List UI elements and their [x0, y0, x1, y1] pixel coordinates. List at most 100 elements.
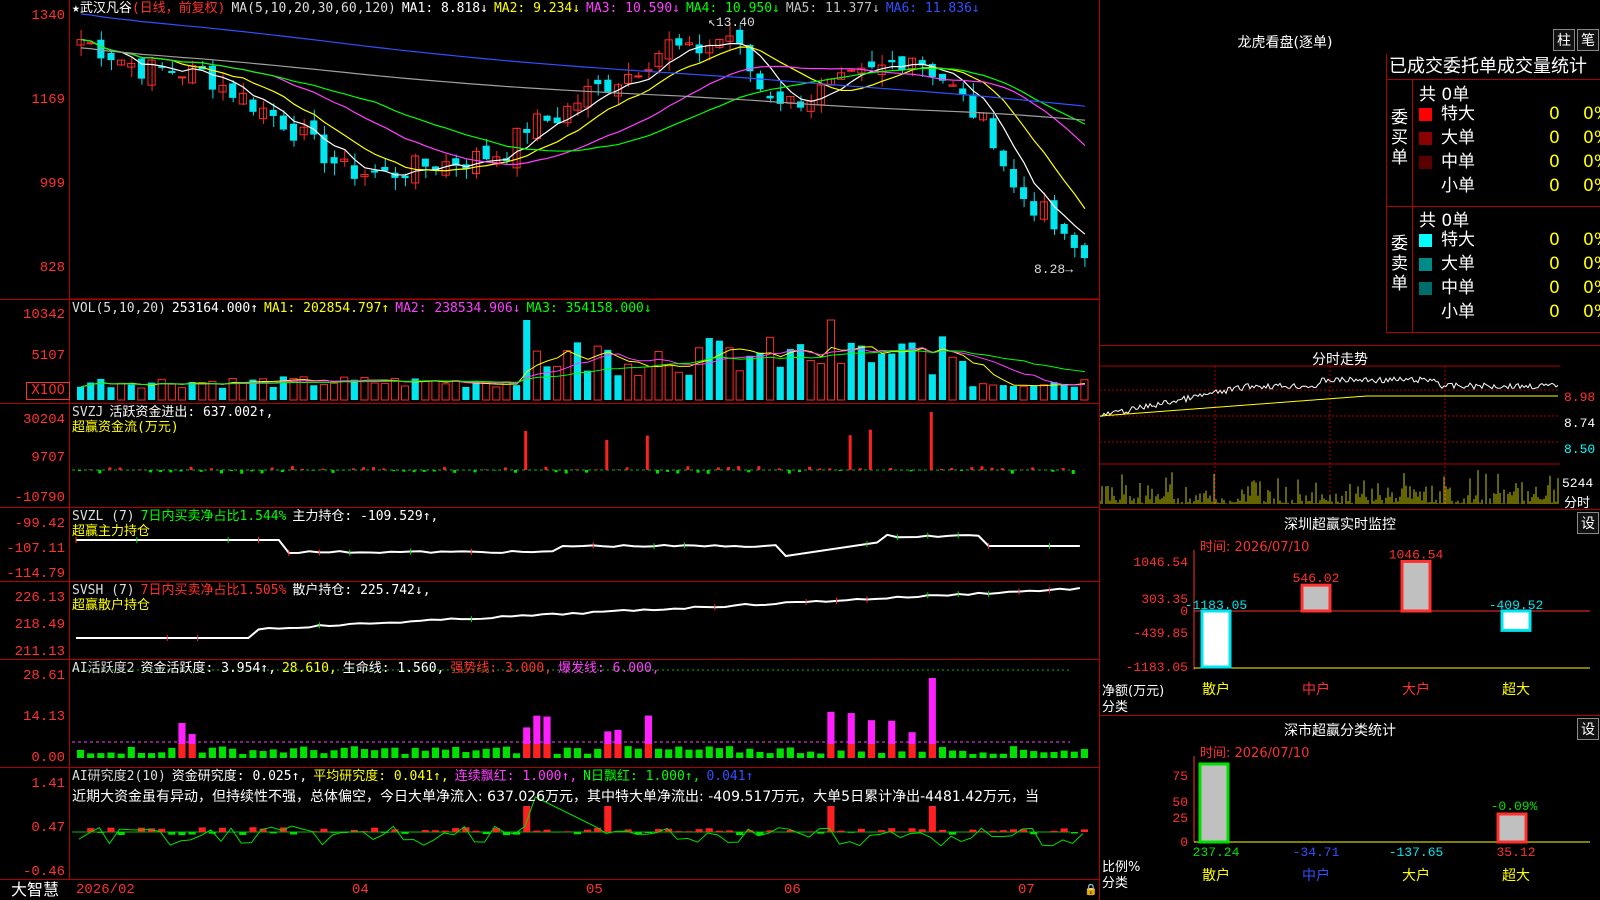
category-label: 中户: [1302, 681, 1330, 698]
ai-comment: 近期大资金虽有异动，但持续性不强，总体偏空，今日大单净流入: 637.026万元…: [72, 789, 1040, 805]
volume-bar-up: [492, 386, 501, 401]
lock-icon[interactable]: 🔒: [1084, 883, 1098, 896]
sz-stats-chart[interactable]: 75 5025 0 -0.09% 237.24 散户 -34.71 中户 -137.65 大户 35…: [1100, 716, 1600, 900]
flow-bar: [960, 470, 964, 471]
flow-bar: [737, 466, 741, 470]
research-bar: [817, 832, 825, 834]
bar-mode-button[interactable]: 柱: [1553, 29, 1575, 51]
activity-bar: [300, 746, 308, 758]
volume-bar-up: [1039, 384, 1048, 401]
intraday-chart[interactable]: [1100, 346, 1600, 510]
candle-down: [269, 109, 277, 116]
svzj-title-bar: SVZJ 活跃资金进出: 637.002↑,: [72, 405, 279, 420]
research-bar: [482, 832, 490, 835]
candle-down: [289, 123, 298, 141]
research-bar: [685, 831, 693, 832]
svzj-panel[interactable]: 30204 9707 -10790 SVZJ 活跃资金进出: 637.002↑, …: [0, 404, 1099, 508]
period-label[interactable]: (日线，前复权): [132, 1, 226, 16]
volume-bar-down: [350, 379, 358, 400]
x-axis-bar: 大智慧 2026/02 04 05 06 07 🔒: [0, 880, 1099, 900]
svsh-title-bar: SVSH (7) 7日内买卖净占比1.505% 散户持仓: 225.742↓,: [72, 583, 437, 598]
ma2-value: MA2: 9.234↓: [493, 1, 581, 16]
volume-bar-up: [451, 379, 460, 401]
flow-bar: [453, 470, 457, 473]
lhb-header: 已成交委托单成交量统计: [1386, 54, 1600, 80]
volume-bar-up: [431, 380, 440, 401]
flow-bar: [321, 468, 325, 470]
svzl-panel[interactable]: -99.42 -107.11 -114.79 SVZL (7) 7日内买卖净占比1…: [0, 508, 1099, 582]
activity-base: [604, 744, 612, 758]
flow-bar: [970, 467, 974, 470]
color-swatch: [1419, 108, 1432, 121]
activity-bar: [553, 753, 561, 758]
flow-bar: [686, 466, 690, 470]
research-bar: [168, 832, 176, 835]
activity-bar: [776, 748, 784, 758]
ai-act-name: AI活跃度2: [72, 661, 135, 676]
volume-bar-down: [756, 352, 764, 400]
volume-title-bar: VOL(5,10,20) 253164.000↑ MA1: 202854.797↑ M…: [72, 301, 658, 316]
flow-bar: [280, 470, 284, 473]
flow-bar: [950, 468, 954, 470]
volume-bar-down: [523, 320, 531, 400]
candle-down: [898, 56, 906, 71]
activity-bar: [289, 748, 298, 758]
volume-bar-down: [959, 360, 967, 400]
activity-base: [523, 744, 531, 758]
ai-res-cont: 连续飘红: 1.000↑,: [454, 769, 578, 784]
volume-bar-down: [796, 344, 805, 400]
ma5-value: MA5: 11.377↓: [785, 1, 880, 16]
svzl-title-bar: SVZL (7) 7日内买卖净占比1.544% 主力持仓: -109.529↑,: [72, 509, 444, 524]
flow-bar: [483, 469, 487, 470]
research-bar: [239, 832, 247, 835]
svsh-panel[interactable]: 226.13 218.49 211.13 SVSH (7) 7日内买卖净占比1.5…: [0, 582, 1099, 660]
candle-down: [594, 79, 602, 85]
activity-bar: [360, 749, 369, 758]
ai-research-panel[interactable]: 1.41 0.47 -0.46 AI研究度2(10) 资金研究度: 0.025↑,…: [0, 768, 1099, 880]
volume-bar-up: [664, 365, 673, 401]
price-panel[interactable]: 1340 1169 999 828 ★武汉凡谷(日线，前复权) MA(5,10,2…: [0, 0, 1099, 300]
activity-bar: [756, 751, 764, 758]
sz-stats-panel[interactable]: 深市超赢分类统计 设 时间: 2026/07/10 75 50 25 0 -0.09% 2…: [1099, 716, 1600, 900]
activity-bar: [502, 746, 511, 758]
tick-mode-button[interactable]: 笔: [1577, 29, 1599, 51]
volume-panel[interactable]: 10342 5107 X100 VOL(5,10,20) 253164.000↑ M…: [0, 300, 1099, 404]
activity-bar: [421, 750, 429, 758]
activity-base: [644, 744, 652, 758]
flow-bar: [98, 470, 102, 474]
color-swatch: [1419, 282, 1432, 295]
ai-activity-chart[interactable]: [0, 660, 1099, 768]
research-bar: [584, 829, 592, 832]
ma-line-3: [80, 39, 1086, 166]
sz-monitor-panel[interactable]: 深圳超赢实时监控 设 时间: 2026/07/10 1046.54 303.35 0…: [1099, 510, 1600, 716]
sell-row-l: 大单 0 0%: [1387, 252, 1600, 276]
row-pct: 0%: [1583, 302, 1600, 322]
activity-bar: [320, 753, 328, 758]
research-bar: [908, 828, 916, 832]
volume-bar-up: [735, 370, 744, 401]
sz-monitor-chart[interactable]: 1046.54303.350-439.85-1183.05-1183.05散户5…: [1100, 510, 1600, 716]
volume-bar-up: [978, 383, 988, 401]
volume-bar-down: [867, 362, 876, 400]
bar-value: -34.71: [1293, 845, 1340, 860]
activity-bar: [269, 749, 277, 758]
volume-bar-up: [238, 382, 247, 401]
net-bar: [1500, 609, 1532, 632]
volume-bar-down: [786, 349, 794, 400]
activity-bar: [584, 753, 592, 758]
category-label: 大户: [1402, 681, 1430, 698]
svzj-name: SVZJ: [72, 405, 104, 420]
candlestick-chart[interactable]: [0, 0, 1099, 300]
activity-bar: [381, 748, 389, 758]
x-date: 04: [352, 882, 369, 898]
intraday-panel[interactable]: 分时走势 8.98 8.74 8.50 5244 分时: [1099, 346, 1600, 511]
ai-research-chart[interactable]: [0, 768, 1099, 880]
activity-bar: [989, 753, 997, 758]
activity-bar: [259, 751, 267, 758]
stock-name[interactable]: ★武汉凡谷: [72, 1, 132, 16]
ai-activity-panel[interactable]: 28.61 14.13 0.00 AI活跃度2 资金活跃度: 3.954↑, 28.…: [0, 660, 1099, 768]
research-bar: [644, 832, 652, 834]
volume-bar-down: [107, 387, 115, 400]
flow-bar: [706, 470, 710, 474]
y-tick: 25: [1172, 811, 1188, 826]
